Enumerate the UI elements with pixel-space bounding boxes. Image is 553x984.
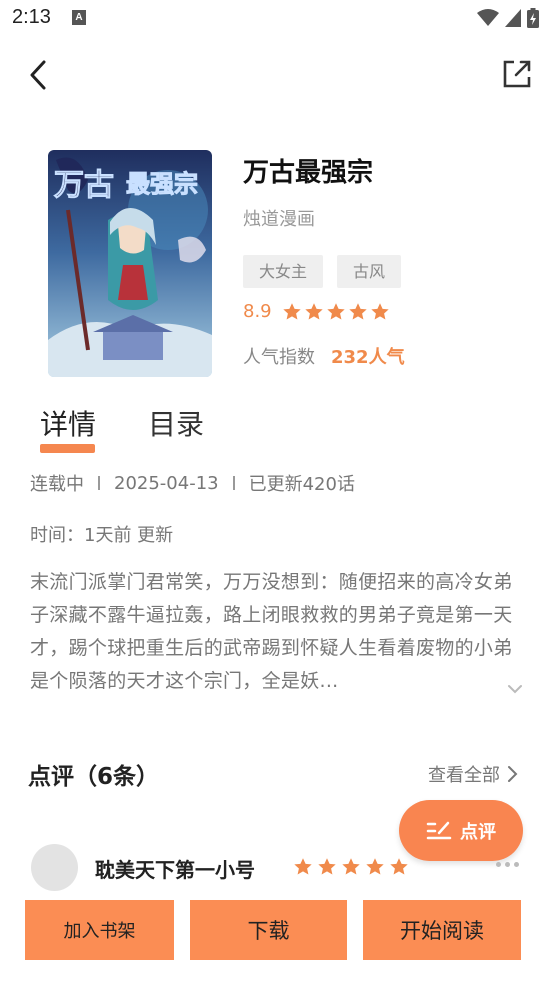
popularity: 人气指数 232人气 [243, 343, 405, 369]
book-author[interactable]: 烛道漫画 [243, 205, 315, 231]
write-review-button[interactable]: 点评 [399, 800, 523, 861]
rating: 8.9 [243, 301, 390, 322]
star-icon [294, 858, 312, 875]
chevron-down-icon [508, 685, 522, 694]
dot [514, 862, 519, 867]
update-date: 2025-04-13 [114, 472, 219, 494]
review-username[interactable]: 耽美天下第一小号 [95, 854, 255, 883]
tag[interactable]: 大女主 [243, 255, 324, 288]
book-cover[interactable]: 万古 最强宗 [48, 150, 212, 377]
serial-status: 连载中 [30, 474, 84, 495]
star-icon [282, 302, 301, 319]
avatar[interactable] [31, 844, 78, 891]
chevron-left-icon [30, 60, 46, 90]
star-icon [318, 858, 336, 875]
star-icon [342, 858, 360, 875]
book-meta: 连载中 2025-04-13 已更新420话 [30, 470, 355, 496]
cover-illustration: 万古 最强宗 [48, 150, 212, 377]
status-time: 2:13 [12, 6, 51, 28]
tab-indicator [40, 444, 95, 453]
tab-details[interactable]: 详情 [38, 403, 98, 443]
download-button[interactable]: 下载 [190, 900, 347, 960]
star-icon [366, 858, 384, 875]
synopsis[interactable]: 末流门派掌门君常笑，万万没想到：随便招来的高冷女弟子深藏不露牛逼拉轰，路上闭眼救… [30, 566, 530, 698]
dot [496, 862, 501, 867]
view-all-label: 查看全部 [428, 765, 500, 786]
update-time: 时间：1天前 更新 [30, 525, 174, 546]
share-button[interactable] [500, 58, 534, 90]
reviews-title: 点评（6条） [28, 764, 160, 790]
bottom-action-bar: 加入书架 下载 开始阅读 [0, 895, 553, 984]
star-icon [304, 302, 323, 319]
dot [505, 862, 510, 867]
popularity-value: 232人气 [331, 347, 405, 368]
rating-score: 8.9 [243, 301, 272, 322]
share-icon [503, 60, 531, 88]
view-all-reviews-link[interactable]: 查看全部 [428, 761, 518, 787]
review-stars [293, 857, 409, 877]
edit-icon [426, 821, 452, 839]
star-icon [348, 302, 367, 319]
back-button[interactable] [26, 58, 56, 92]
popularity-label: 人气指数 [243, 347, 315, 368]
book-title: 万古最强宗 [243, 158, 374, 188]
star-icon [326, 302, 345, 319]
more-options-icon[interactable] [496, 862, 519, 867]
expand-synopsis-button[interactable] [505, 681, 525, 697]
star-icon [370, 302, 389, 319]
notification-icon: A [72, 10, 86, 25]
rating-stars [282, 302, 390, 322]
signal-icon [505, 9, 521, 27]
divider [98, 476, 100, 490]
svg-text:最强宗: 最强宗 [126, 170, 198, 198]
write-review-label: 点评 [460, 821, 496, 843]
status-bar: 2:13 A [0, 0, 553, 38]
status-icons [477, 7, 539, 29]
tag-list: 大女主 古风 [243, 255, 402, 288]
chevron-right-icon [508, 766, 518, 782]
tab-catalog[interactable]: 目录 [146, 403, 206, 443]
divider [232, 476, 235, 490]
add-to-shelf-button[interactable]: 加入书架 [25, 900, 174, 960]
start-reading-button[interactable]: 开始阅读 [363, 900, 521, 960]
tab-bar: 详情 目录 [38, 403, 206, 443]
wifi-icon [477, 9, 499, 26]
star-icon [390, 858, 408, 875]
tag[interactable]: 古风 [337, 255, 402, 288]
svg-text:万古: 万古 [54, 168, 114, 203]
battery-icon [527, 8, 539, 28]
chapter-count: 已更新420话 [248, 474, 355, 495]
